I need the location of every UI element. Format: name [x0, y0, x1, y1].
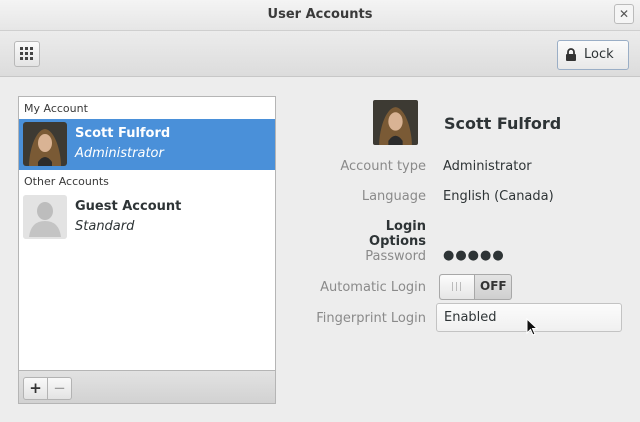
- fingerprint-login-label: Fingerprint Login: [316, 311, 426, 326]
- detail-avatar[interactable]: [373, 100, 418, 145]
- lock-button-label: Lock: [584, 47, 614, 62]
- list-footer: + −: [19, 370, 275, 403]
- close-icon: ✕: [618, 7, 630, 21]
- my-account-header: My Account: [24, 102, 88, 115]
- avatar: [23, 195, 67, 239]
- login-options-heading: Login Options: [369, 219, 426, 249]
- add-user-button[interactable]: +: [23, 377, 48, 400]
- password-value[interactable]: ●●●●●: [443, 248, 505, 263]
- mouse-pointer-icon: [526, 318, 538, 336]
- switch-state: OFF: [480, 279, 507, 293]
- avatar: [23, 122, 67, 166]
- user-photo-icon: [23, 122, 67, 166]
- toolbar: Lock: [0, 31, 640, 77]
- full-name[interactable]: Scott Fulford: [444, 114, 561, 133]
- lock-icon: [566, 48, 576, 61]
- generic-user-icon: [23, 195, 67, 239]
- other-accounts-header: Other Accounts: [24, 175, 109, 188]
- language-label: Language: [361, 189, 426, 204]
- grid-icon: [20, 47, 33, 60]
- automatic-login-label: Automatic Login: [320, 280, 426, 295]
- password-label: Password: [365, 249, 426, 264]
- remove-user-button[interactable]: −: [47, 377, 72, 400]
- user-photo-icon: [373, 100, 418, 145]
- close-button[interactable]: ✕: [614, 4, 634, 24]
- account-type-value[interactable]: Administrator: [443, 159, 532, 174]
- lock-button[interactable]: Lock: [557, 40, 629, 70]
- account-role: Standard: [75, 219, 135, 234]
- automatic-login-switch[interactable]: ||| OFF: [439, 274, 512, 300]
- switch-handle: |||: [440, 275, 475, 299]
- language-value[interactable]: English (Canada): [443, 189, 554, 204]
- app-grid-button[interactable]: [14, 41, 40, 67]
- account-type-label: Account type: [340, 159, 426, 174]
- fingerprint-login-value: Enabled: [444, 310, 497, 325]
- title-bar: User Accounts ✕: [0, 0, 640, 31]
- window-title: User Accounts: [267, 7, 373, 22]
- account-name: Scott Fulford: [75, 126, 171, 141]
